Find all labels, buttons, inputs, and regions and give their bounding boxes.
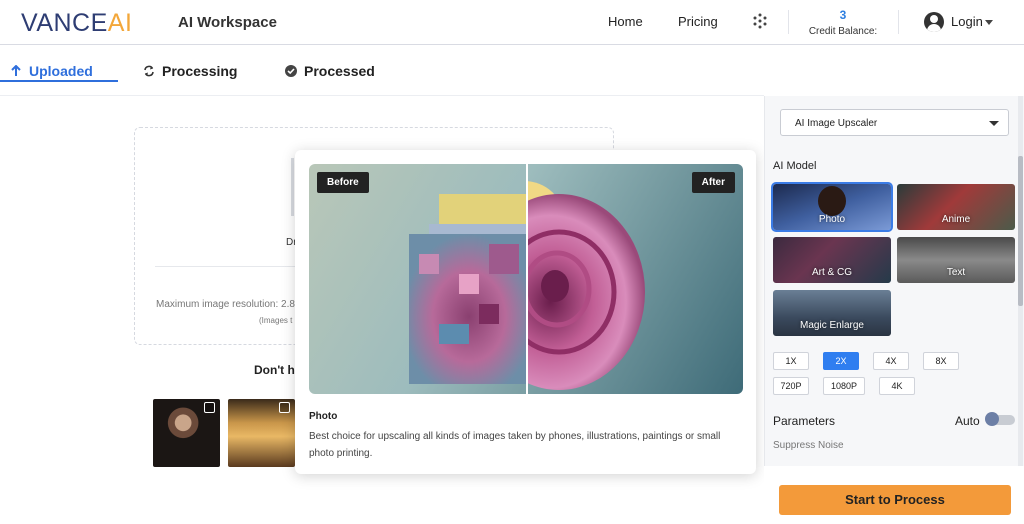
credit-balance-value: 3: [839, 8, 847, 22]
model-card-text[interactable]: Text: [897, 237, 1015, 283]
scale-4k-button[interactable]: 4K: [879, 377, 915, 395]
scale-720p-button[interactable]: 720P: [773, 377, 809, 395]
model-thumbnail: [818, 186, 846, 216]
popup-description: Best choice for upscaling all kinds of i…: [309, 431, 721, 459]
auto-label: Auto: [955, 414, 980, 428]
tab-label: Processing: [162, 63, 238, 79]
sample-image-building[interactable]: [228, 399, 295, 467]
settings-sidebar: AI Image Upscaler AI Model Photo Anime A…: [764, 96, 1024, 524]
scale-8x-button[interactable]: 8X: [923, 352, 959, 370]
arrow-up-icon: [11, 65, 21, 76]
header-divider: [788, 10, 789, 34]
model-label: Text: [946, 267, 966, 278]
suppress-noise-label: Suppress Noise: [773, 440, 844, 451]
parameters-heading: Parameters: [773, 414, 836, 428]
workspace-title: AI Workspace: [178, 14, 277, 31]
model-label: Art & CG: [811, 267, 852, 278]
model-card-photo[interactable]: Photo: [771, 182, 893, 232]
top-bar: VANCEAI AI Workspace Home Pricing 3 Cred…: [0, 0, 1024, 45]
user-avatar-icon[interactable]: [924, 12, 944, 32]
credit-balance-label: Credit Balance:: [808, 26, 878, 37]
nav-pricing-link[interactable]: Pricing: [678, 14, 718, 29]
model-label: Anime: [941, 214, 971, 225]
tab-label: Processed: [304, 63, 375, 79]
check-circle-icon: [285, 65, 297, 77]
sample-image-portrait[interactable]: [153, 399, 220, 467]
chevron-down-icon: [989, 121, 999, 126]
refresh-icon: [144, 65, 154, 77]
comparison-slider-handle[interactable]: [526, 164, 528, 394]
scale-1x-button[interactable]: 1X: [773, 352, 809, 370]
model-label: Photo: [818, 214, 846, 225]
upload-note: (Images t: [259, 316, 293, 325]
scale-1080p-button[interactable]: 1080P: [823, 377, 865, 395]
after-label: After: [691, 172, 735, 193]
before-label: Before: [317, 172, 369, 193]
popup-title: Photo: [309, 411, 338, 422]
login-button[interactable]: Login: [951, 14, 983, 29]
before-after-comparison[interactable]: Before After: [309, 164, 743, 394]
upload-illustration: [291, 158, 294, 216]
process-bar: Start to Process: [764, 466, 1024, 524]
status-tabs: Uploaded Processing Processed: [0, 46, 764, 96]
max-resolution-text: Maximum image resolution: 2.8: [156, 299, 295, 310]
tab-processed[interactable]: Processed: [285, 54, 375, 88]
tab-processing[interactable]: Processing: [143, 54, 237, 88]
sample-checkbox[interactable]: [204, 402, 215, 413]
tool-select-value: AI Image Upscaler: [795, 118, 878, 129]
tab-label: Uploaded: [29, 63, 93, 79]
ai-model-heading: AI Model: [773, 160, 817, 172]
nav-home-link[interactable]: Home: [608, 14, 643, 29]
scale-4x-button[interactable]: 4X: [873, 352, 909, 370]
sample-checkbox[interactable]: [279, 402, 290, 413]
header-divider: [898, 10, 899, 34]
model-card-magic-enlarge[interactable]: Magic Enlarge: [773, 290, 891, 336]
scrollbar-thumb[interactable]: [1018, 156, 1023, 306]
drop-zone-divider: [155, 266, 315, 267]
active-tab-indicator: [0, 80, 118, 82]
tool-select[interactable]: AI Image Upscaler: [780, 109, 1009, 136]
tab-uploaded[interactable]: Uploaded: [10, 54, 93, 88]
model-preview-popup: Before After Photo Best choice for upsca…: [295, 150, 756, 474]
scale-2x-button[interactable]: 2X: [823, 352, 859, 370]
samples-heading: Don't h: [254, 363, 295, 377]
grid-dots-icon[interactable]: [752, 13, 768, 29]
sidebar-scrollbar[interactable]: [1018, 96, 1023, 466]
auto-toggle[interactable]: [985, 412, 1015, 426]
chevron-down-icon[interactable]: [985, 20, 993, 25]
start-to-process-button[interactable]: Start to Process: [779, 485, 1011, 515]
model-card-art-cg[interactable]: Art & CG: [773, 237, 891, 283]
toggle-knob[interactable]: [985, 412, 999, 426]
vanceai-logo[interactable]: VANCEAI: [21, 9, 132, 38]
model-card-anime[interactable]: Anime: [897, 184, 1015, 230]
model-label: Magic Enlarge: [800, 320, 864, 331]
